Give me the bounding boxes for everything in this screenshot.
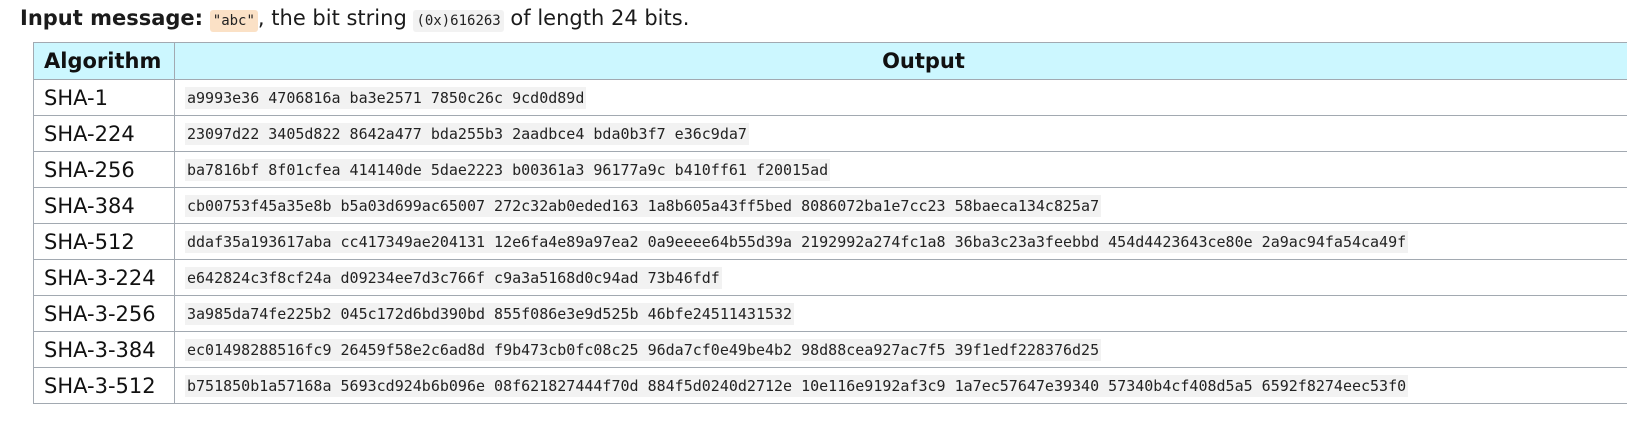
algorithm-cell: SHA-224 bbox=[33, 115, 175, 152]
algorithm-cell: SHA-384 bbox=[33, 187, 175, 224]
input-message-tail: of length 24 bits. bbox=[503, 6, 690, 30]
table-row: SHA-256 ba7816bf 8f01cfea 414140de 5dae2… bbox=[33, 151, 1627, 188]
algorithm-cell: SHA-1 bbox=[33, 79, 175, 116]
output-cell: b751850b1a57168a 5693cd924b6b096e 08f621… bbox=[174, 367, 1627, 404]
output-cell: ec01498288516fc9 26459f58e2c6ad8d f9b473… bbox=[174, 331, 1627, 368]
hash-output: ba7816bf 8f01cfea 414140de 5dae2223 b003… bbox=[185, 159, 831, 181]
hash-output: e642824c3f8cf24a d09234ee7d3c766f c9a3a5… bbox=[185, 267, 722, 289]
algorithm-cell: SHA-256 bbox=[33, 151, 175, 188]
table-row: SHA-1 a9993e36 4706816a ba3e2571 7850c26… bbox=[33, 79, 1627, 116]
output-cell: cb00753f45a35e8b b5a03d699ac65007 272c32… bbox=[174, 187, 1627, 224]
input-message-label: Input message: bbox=[20, 6, 204, 30]
input-message-line: Input message: "abc", the bit string (0x… bbox=[20, 2, 689, 37]
algorithm-column-header: Algorithm bbox=[33, 42, 175, 80]
table-row: SHA-3-512 b751850b1a57168a 5693cd924b6b0… bbox=[33, 367, 1627, 404]
table-row: SHA-384 cb00753f45a35e8b b5a03d699ac6500… bbox=[33, 187, 1627, 224]
output-cell: ddaf35a193617aba cc417349ae204131 12e6fa… bbox=[174, 223, 1627, 260]
algorithm-cell: SHA-3-224 bbox=[33, 259, 175, 296]
hash-output: a9993e36 4706816a ba3e2571 7850c26c 9cd0… bbox=[185, 87, 587, 109]
hash-output: cb00753f45a35e8b b5a03d699ac65007 272c32… bbox=[185, 195, 1102, 217]
algorithm-cell: SHA-3-512 bbox=[33, 367, 175, 404]
input-message-value: "abc" bbox=[209, 10, 258, 32]
hash-output: ec01498288516fc9 26459f58e2c6ad8d f9b473… bbox=[185, 339, 1102, 361]
hash-output: b751850b1a57168a 5693cd924b6b096e 08f621… bbox=[185, 375, 1409, 397]
hash-output: 3a985da74fe225b2 045c172d6bd390bd 855f08… bbox=[185, 303, 795, 325]
hash-output: ddaf35a193617aba cc417349ae204131 12e6fa… bbox=[185, 231, 1409, 253]
table-row: SHA-3-384 ec01498288516fc9 26459f58e2c6a… bbox=[33, 331, 1627, 368]
input-bit-string: (0x)616263 bbox=[413, 10, 504, 32]
hash-output: 23097d22 3405d822 8642a477 bda255b3 2aad… bbox=[185, 123, 749, 145]
algorithm-cell: SHA-3-256 bbox=[33, 295, 175, 332]
table-row: SHA-3-256 3a985da74fe225b2 045c172d6bd39… bbox=[33, 295, 1627, 332]
input-message-middle: , the bit string bbox=[257, 6, 414, 30]
output-column-header: Output bbox=[174, 42, 1627, 80]
output-cell: 3a985da74fe225b2 045c172d6bd390bd 855f08… bbox=[174, 295, 1627, 332]
output-cell: 23097d22 3405d822 8642a477 bda255b3 2aad… bbox=[174, 115, 1627, 152]
table-row: SHA-224 23097d22 3405d822 8642a477 bda25… bbox=[33, 115, 1627, 152]
output-cell: e642824c3f8cf24a d09234ee7d3c766f c9a3a5… bbox=[174, 259, 1627, 296]
table-row: SHA-512 ddaf35a193617aba cc417349ae20413… bbox=[33, 223, 1627, 260]
hash-output-table: Algorithm Output SHA-1 a9993e36 4706816a… bbox=[33, 42, 1627, 404]
output-cell: a9993e36 4706816a ba3e2571 7850c26c 9cd0… bbox=[174, 79, 1627, 116]
table-header-row: Algorithm Output bbox=[33, 42, 1627, 80]
table-row: SHA-3-224 e642824c3f8cf24a d09234ee7d3c7… bbox=[33, 259, 1627, 296]
output-cell: ba7816bf 8f01cfea 414140de 5dae2223 b003… bbox=[174, 151, 1627, 188]
algorithm-cell: SHA-512 bbox=[33, 223, 175, 260]
algorithm-cell: SHA-3-384 bbox=[33, 331, 175, 368]
